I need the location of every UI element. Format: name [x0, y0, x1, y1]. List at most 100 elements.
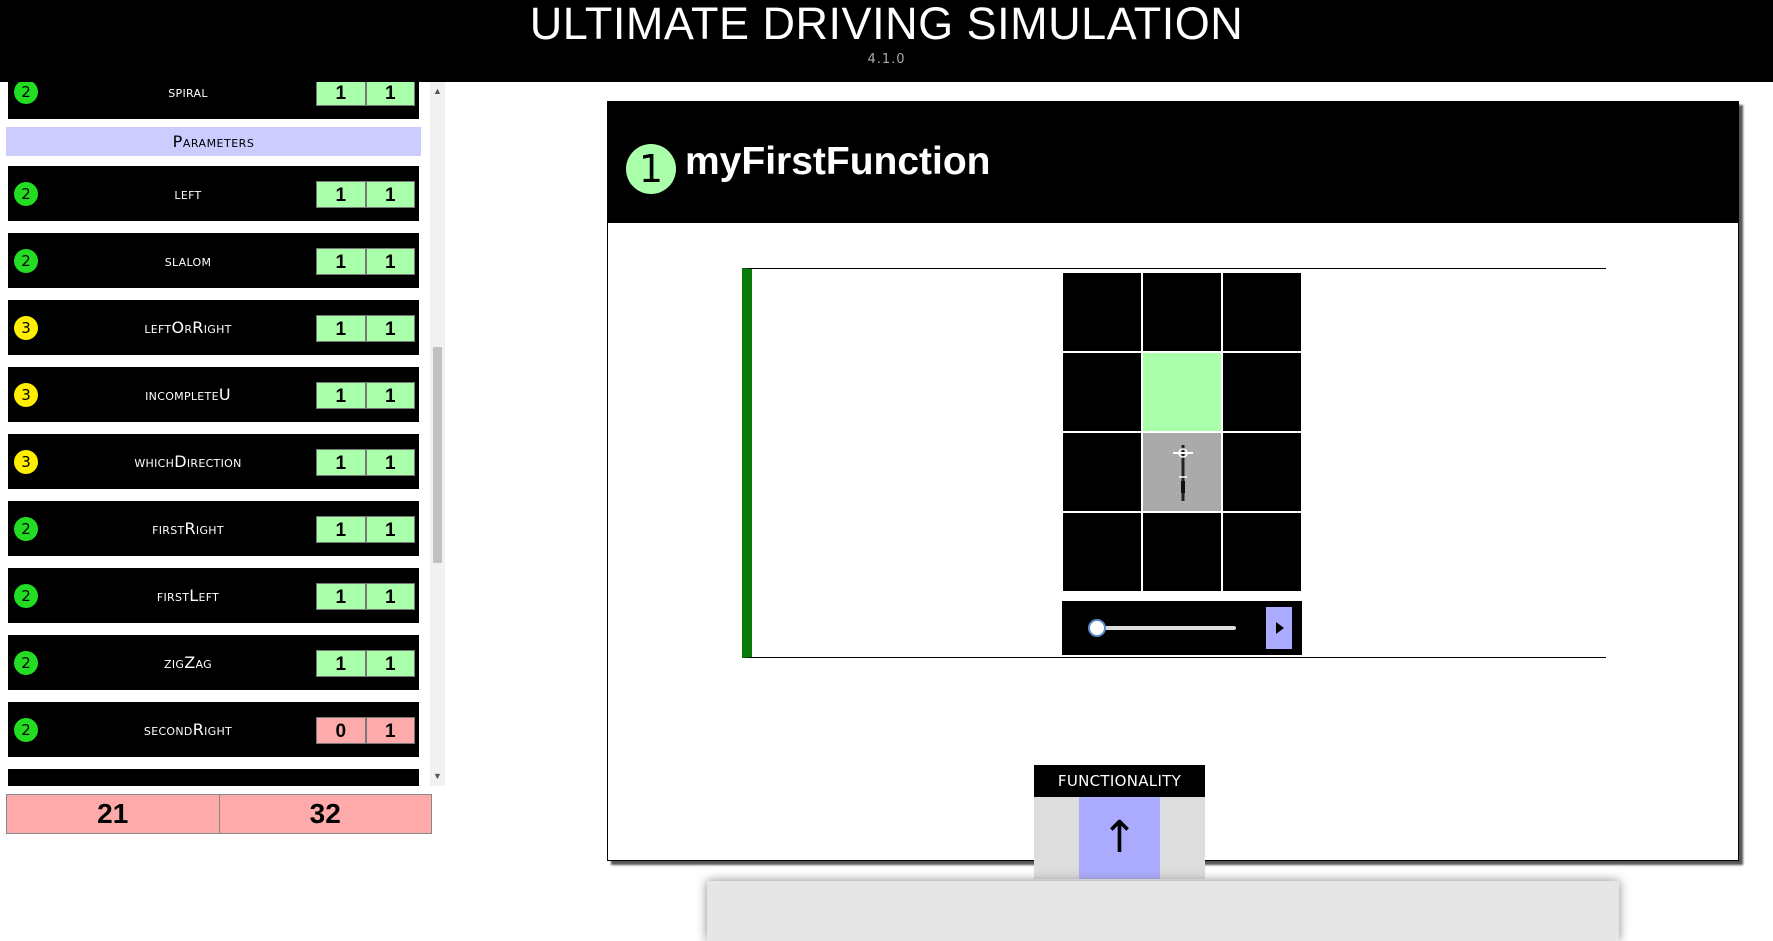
level-name: spiral [168, 82, 208, 101]
score-solved: 0 [316, 717, 366, 744]
main-panel: 1 myFirstFunction FUNCTIONALITY ↑ [449, 82, 1773, 941]
difficulty-badge: 3 [14, 383, 38, 407]
app-title: ULTIMATE DRIVING SIMULATION [529, 0, 1244, 49]
score-pair: 1 1 [316, 650, 415, 677]
difficulty-badge: 2 [14, 182, 38, 206]
function-title: myFirstFunction [685, 140, 991, 183]
level-name: left [174, 184, 202, 203]
score-total: 1 [365, 82, 415, 106]
total-solved: 21 [97, 798, 129, 829]
level-row-left[interactable]: 2 left 1 1 [8, 166, 419, 221]
score-total: 1 [365, 583, 415, 610]
car-icon [1173, 445, 1193, 501]
grid-cell [1222, 512, 1302, 592]
section-header-parameters[interactable]: Parameters [6, 127, 421, 156]
grid-cell [1222, 272, 1302, 352]
level-name: slalom [164, 251, 212, 270]
level-name: firstRight [152, 519, 224, 538]
total-score-bar: 21 32 [6, 794, 432, 834]
score-total: 1 [365, 315, 415, 342]
score-pair: 1 1 [316, 516, 415, 543]
score-solved: 1 [316, 449, 366, 476]
difficulty-badge: 2 [14, 517, 38, 541]
goal-cell [1142, 352, 1222, 432]
score-total: 1 [365, 717, 415, 744]
level-row-spiral[interactable]: 2 spiral 1 1 [8, 82, 419, 119]
level-name: secondRight [143, 720, 233, 739]
level-name: whichDirection [134, 452, 242, 471]
total-levels: 32 [218, 795, 432, 833]
function-number-badge: 1 [626, 144, 676, 194]
difficulty-badge: 2 [14, 249, 38, 273]
grid-cell [1062, 432, 1142, 512]
score-solved: 1 [316, 82, 366, 106]
score-solved: 1 [316, 315, 366, 342]
sidebar-scrollbar[interactable]: ▲ ▼ [430, 82, 445, 786]
step-slider[interactable] [1096, 626, 1236, 630]
level-row-whichdirection[interactable]: 3 whichDirection 1 1 [8, 434, 419, 489]
scroll-down-arrow-icon[interactable]: ▼ [430, 769, 445, 784]
scrollbar-thumb[interactable] [433, 347, 442, 563]
level-row-firstright[interactable]: 2 firstRight 1 1 [8, 501, 419, 556]
score-pair: 1 1 [316, 248, 415, 275]
difficulty-badge: 2 [14, 584, 38, 608]
difficulty-badge: 2 [14, 82, 38, 104]
grid-cell [1142, 512, 1222, 592]
playback-controls [1062, 601, 1302, 655]
score-total: 1 [365, 181, 415, 208]
functionality-panel: FUNCTIONALITY ↑ [1034, 765, 1205, 879]
level-row-incompleteu[interactable]: 3 incompleteU 1 1 [8, 367, 419, 422]
functionality-label: FUNCTIONALITY [1034, 765, 1205, 797]
grid-cell [1142, 272, 1222, 352]
function-header: 1 myFirstFunction [608, 102, 1738, 223]
level-row-zigzag[interactable]: 2 zigZag 1 1 [8, 635, 419, 690]
step-slider-thumb[interactable] [1088, 619, 1106, 637]
up-arrow-icon[interactable]: ↑ [1079, 797, 1160, 879]
play-icon [1276, 622, 1284, 634]
score-pair: 1 1 [316, 583, 415, 610]
score-pair: 0 1 [316, 717, 415, 744]
grid-cell [1062, 512, 1142, 592]
score-total: 1 [365, 248, 415, 275]
simulation-area [742, 268, 1606, 658]
level-name: zigZag [164, 653, 212, 672]
level-row-partial[interactable] [8, 769, 419, 786]
app-header: ULTIMATE DRIVING SIMULATION 4.1.0 [0, 0, 1773, 82]
command-palette: ↑ [1034, 797, 1205, 879]
score-solved: 1 [316, 583, 366, 610]
level-row-firstleft[interactable]: 2 firstLeft 1 1 [8, 568, 419, 623]
level-row-leftorright[interactable]: 3 leftOrRight 1 1 [8, 300, 419, 355]
start-cell [1142, 432, 1222, 512]
grid-cell [1062, 272, 1142, 352]
score-solved: 1 [316, 516, 366, 543]
grid-cell [1222, 352, 1302, 432]
score-pair: 1 1 [316, 181, 415, 208]
grid-cell [1222, 432, 1302, 512]
level-name: leftOrRight [144, 318, 232, 337]
score-solved: 1 [316, 181, 366, 208]
scroll-up-arrow-icon[interactable]: ▲ [430, 84, 445, 99]
play-button[interactable] [1266, 607, 1292, 649]
level-name: firstLeft [156, 586, 220, 605]
level-name: incompleteU [145, 385, 231, 404]
score-total: 1 [365, 650, 415, 677]
level-row-slalom[interactable]: 2 slalom 1 1 [8, 233, 419, 288]
level-sidebar: 2 spiral 1 1 Parameters 2 left 1 1 2 sla… [0, 82, 449, 850]
score-solved: 1 [316, 248, 366, 275]
score-pair: 1 1 [316, 82, 415, 106]
grid-cell [1062, 352, 1142, 432]
score-solved: 1 [316, 650, 366, 677]
app-version: 4.1.0 [867, 52, 906, 67]
function-card: 1 myFirstFunction FUNCTIONALITY ↑ [607, 101, 1739, 879]
score-pair: 1 1 [316, 449, 415, 476]
score-total: 1 [365, 382, 415, 409]
score-total: 1 [365, 516, 415, 543]
level-list[interactable]: 2 spiral 1 1 Parameters 2 left 1 1 2 sla… [0, 82, 430, 786]
level-row-secondright[interactable]: 2 secondRight 0 1 [8, 702, 419, 757]
difficulty-badge: 2 [14, 651, 38, 675]
score-solved: 1 [316, 382, 366, 409]
road-grid [1062, 272, 1302, 592]
difficulty-badge: 2 [14, 718, 38, 742]
code-editor-panel[interactable] [707, 881, 1619, 941]
score-pair: 1 1 [316, 382, 415, 409]
